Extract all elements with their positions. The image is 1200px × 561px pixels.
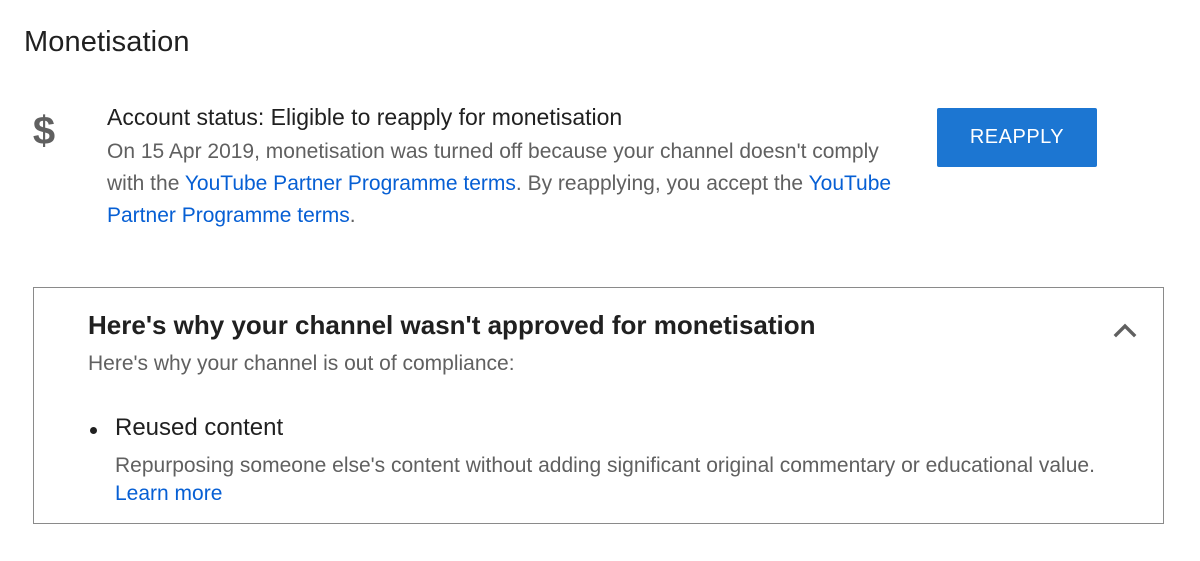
- rejection-reasons-panel: Here's why your channel wasn't approved …: [33, 287, 1164, 524]
- dollar-icon: $: [33, 109, 55, 152]
- account-status-section: $ Account status: Eligible to reapply fo…: [0, 100, 1200, 240]
- svg-text:$: $: [33, 109, 55, 152]
- reason-description: Repurposing someone else's content witho…: [115, 452, 1145, 508]
- chevron-up-icon[interactable]: [1110, 316, 1140, 346]
- reason-title: Reused content: [115, 414, 284, 441]
- reapply-button[interactable]: REAPPLY: [937, 108, 1097, 167]
- status-desc-part-2: . By reapplying, you accept the: [515, 172, 809, 195]
- account-status-heading: Account status: Eligible to reapply for …: [107, 104, 623, 130]
- bullet-icon: [90, 427, 97, 434]
- page-title: Monetisation: [24, 26, 190, 58]
- reason-description-text: Repurposing someone else's content witho…: [115, 454, 1095, 477]
- account-status-description: On 15 Apr 2019, monetisation was turned …: [107, 136, 917, 232]
- account-status-text: Account status: Eligible to reapply for …: [107, 102, 917, 232]
- learn-more-link[interactable]: Learn more: [115, 482, 222, 505]
- status-desc-part-3: .: [349, 204, 356, 227]
- rejection-panel-title: Here's why your channel wasn't approved …: [88, 310, 816, 340]
- partner-programme-terms-link[interactable]: YouTube Partner Programme terms: [185, 172, 516, 195]
- rejection-panel-subtitle: Here's why your channel is out of compli…: [88, 352, 515, 375]
